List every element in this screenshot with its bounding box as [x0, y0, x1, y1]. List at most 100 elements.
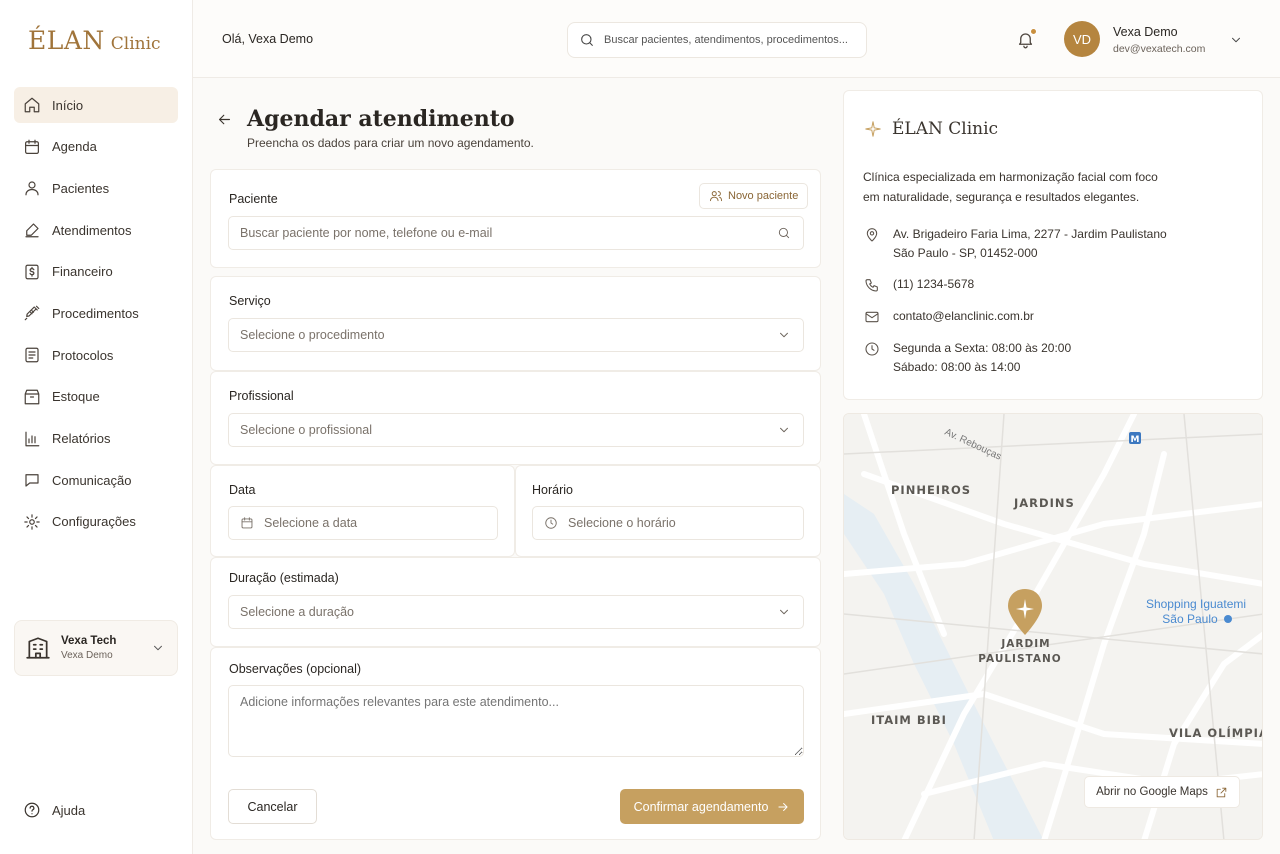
map-label-jardins: JARDINS	[1013, 496, 1075, 510]
sidebar: ÉLAN Clinic Início Agenda Pacientes Aten…	[0, 0, 193, 854]
brush-icon	[25, 223, 39, 238]
sidebar-item-estoque[interactable]: Estoque	[14, 379, 178, 415]
sidebar-item-label: Procedimentos	[52, 305, 139, 321]
clock-icon	[545, 517, 557, 529]
map-pin-icon	[866, 228, 878, 242]
clinic-info-card: ÉLAN Clinic Clínica especializada em har…	[843, 90, 1263, 400]
workspace-user: Vexa Demo	[61, 650, 113, 661]
open-google-maps-button[interactable]: Abrir no Google Maps	[1084, 776, 1240, 808]
cancel-button[interactable]: Cancelar	[228, 789, 317, 824]
clinic-email: contato@elanclinic.com.br	[864, 307, 1034, 326]
duration-placeholder: Selecione a duração	[240, 605, 354, 619]
chevron-down-icon	[154, 645, 162, 651]
sidebar-item-comunicacao[interactable]: Comunicação	[14, 462, 178, 498]
address-line-2: São Paulo - SP, 01452-000	[893, 246, 1038, 260]
sidebar-item-protocolos[interactable]: Protocolos	[14, 337, 178, 373]
professional-label: Profissional	[229, 389, 294, 403]
gear-icon	[24, 514, 40, 530]
service-placeholder: Selecione o procedimento	[240, 328, 385, 342]
metro-label: M	[1131, 435, 1140, 445]
sidebar-item-label: Configurações	[52, 514, 136, 530]
sidebar-item-configuracoes[interactable]: Configurações	[14, 504, 178, 540]
hours-line-1: Segunda a Sexta: 08:00 às 20:00	[893, 341, 1072, 355]
confirm-label: Confirmar agendamento	[633, 799, 769, 814]
arrow-right-icon	[778, 802, 788, 811]
date-label: Data	[229, 483, 256, 497]
professional-select[interactable]: Selecione o profissional	[228, 413, 804, 447]
sidebar-item-label: Atendimentos	[52, 222, 132, 238]
open-maps-label: Abrir no Google Maps	[1096, 786, 1208, 798]
syringe-icon	[24, 306, 40, 321]
home-icon	[24, 97, 40, 113]
clock-icon	[865, 342, 879, 356]
sidebar-item-label: Início	[52, 97, 84, 113]
sidebar-item-financeiro[interactable]: Financeiro	[14, 254, 178, 290]
sidebar-nav: Início Agenda Pacientes Atendimentos Fin…	[14, 87, 178, 546]
avatar[interactable]: VD	[1064, 21, 1100, 57]
sidebar-item-label: Agenda	[52, 139, 97, 155]
global-search[interactable]	[567, 22, 867, 58]
date-picker[interactable]: Selecione a data	[228, 506, 498, 540]
duration-label: Duração (estimada)	[229, 571, 339, 585]
sidebar-item-label: Pacientes	[52, 180, 110, 196]
sidebar-item-agenda[interactable]: Agenda	[14, 129, 178, 165]
user-icon	[25, 181, 39, 196]
map-label-paulistano: PAULISTANO	[978, 653, 1061, 665]
user-email: dev@vexatech.com	[1113, 43, 1206, 55]
notes-label: Observações (opcional)	[229, 662, 362, 676]
chevron-down-icon	[780, 332, 788, 338]
time-section: Horário Selecione o horário	[515, 465, 821, 557]
sidebar-item-procedimentos[interactable]: Procedimentos	[14, 295, 178, 331]
building-icon	[26, 637, 50, 659]
address-line-1: Av. Brigadeiro Faria Lima, 2277 - Jardim…	[893, 227, 1167, 241]
sidebar-item-label: Financeiro	[52, 264, 113, 280]
notification-dot	[1030, 28, 1037, 35]
service-label: Serviço	[229, 294, 271, 308]
map-label-itaim: ITAIM BIBI	[871, 713, 947, 727]
new-patient-label: Novo paciente	[728, 190, 799, 202]
confirm-button[interactable]: Confirmar agendamento	[620, 789, 804, 824]
chevron-down-icon	[780, 609, 788, 615]
clinic-address: Av. Brigadeiro Faria Lima, 2277 - Jardim…	[864, 225, 1167, 263]
chart-icon	[25, 431, 40, 446]
mail-icon	[865, 311, 879, 323]
sidebar-item-label: Relatórios	[52, 431, 111, 446]
sidebar-item-label: Comunicação	[52, 472, 132, 488]
notes-textarea[interactable]	[228, 685, 804, 757]
workspace-switcher[interactable]: Vexa Tech Vexa Demo	[14, 620, 178, 676]
greeting: Olá, Vexa Demo	[222, 32, 314, 46]
brand-suffix: Clinic	[110, 34, 161, 54]
box-icon	[24, 389, 40, 405]
hours-line-2: Sábado: 08:00 às 14:00	[893, 360, 1021, 374]
user-name[interactable]: Vexa Demo	[1113, 25, 1178, 39]
sidebar-item-pacientes[interactable]: Pacientes	[14, 170, 178, 206]
calendar-icon	[25, 139, 39, 154]
time-picker[interactable]: Selecione o horário	[532, 506, 804, 540]
phone-text: (11) 1234-5678	[893, 277, 975, 291]
new-patient-button[interactable]: Novo paciente	[699, 183, 809, 209]
sidebar-item-relatorios[interactable]: Relatórios	[14, 421, 178, 457]
service-select[interactable]: Selecione o procedimento	[228, 318, 804, 352]
search-input[interactable]	[604, 34, 854, 46]
clinic-name: ÉLAN Clinic	[892, 119, 999, 139]
professional-placeholder: Selecione o profissional	[240, 423, 373, 437]
user-menu-chevron-icon[interactable]	[1229, 33, 1243, 47]
external-link-icon	[1216, 787, 1227, 797]
patient-search-field[interactable]: Buscar paciente por nome, telefone ou e-…	[228, 216, 804, 250]
brand-logo[interactable]: ÉLAN Clinic	[28, 26, 161, 55]
page-subtitle: Preencha os dados para criar um novo age…	[247, 136, 534, 150]
sidebar-item-inicio[interactable]: Início	[14, 87, 178, 123]
phone-icon	[865, 279, 878, 292]
help-label: Ajuda	[52, 802, 86, 818]
clinic-phone: (11) 1234-5678	[864, 275, 974, 294]
clinic-hours: Segunda a Sexta: 08:00 às 20:00 Sábado: 0…	[864, 339, 1071, 377]
protocol-icon	[25, 347, 39, 363]
notifications-button[interactable]	[1016, 28, 1037, 49]
help-link[interactable]: Ajuda	[23, 801, 85, 819]
sparkle-icon	[865, 121, 881, 137]
sidebar-item-label: Estoque	[52, 389, 100, 405]
duration-select[interactable]: Selecione a duração	[228, 595, 804, 629]
sidebar-item-atendimentos[interactable]: Atendimentos	[14, 212, 178, 248]
back-button[interactable]	[216, 111, 233, 128]
top-header: Olá, Vexa Demo VD Vexa Demo dev@vexatech…	[193, 0, 1280, 78]
